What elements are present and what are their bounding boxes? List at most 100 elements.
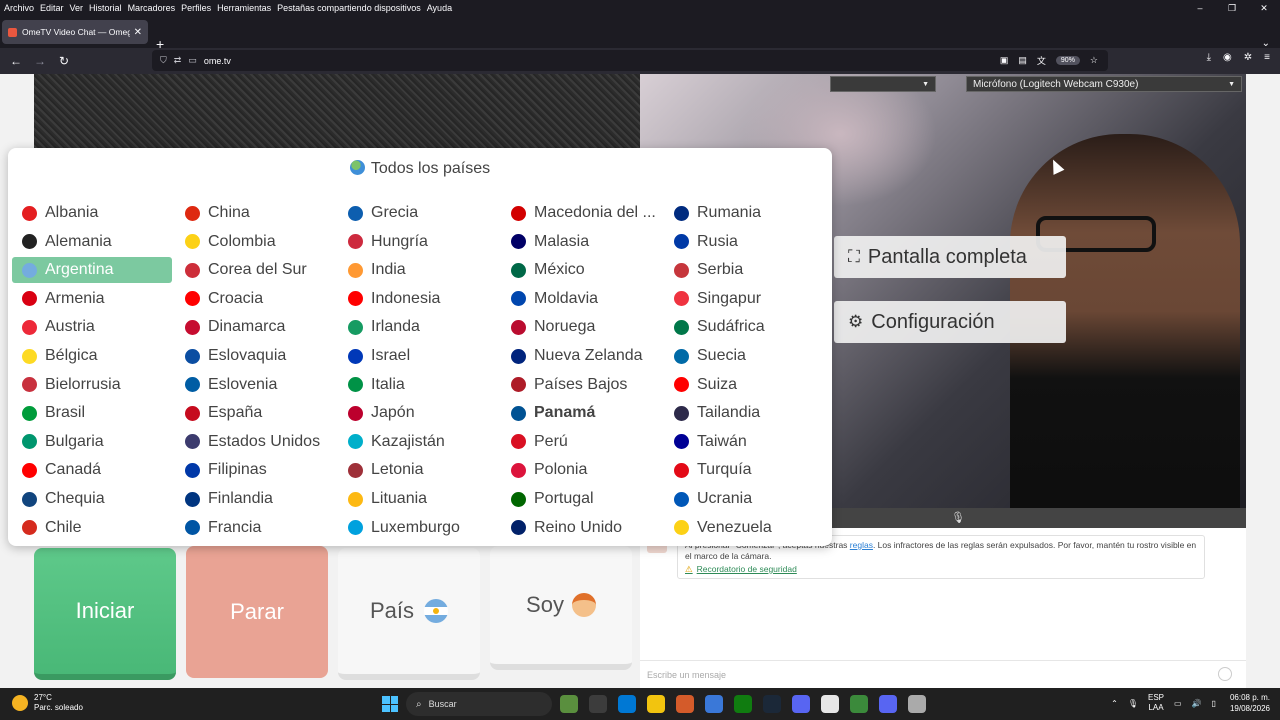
clock[interactable]: 06:08 p. m. 19/08/2026 — [1230, 692, 1270, 714]
gender-button[interactable]: Soy — [490, 546, 632, 670]
menu-item-0[interactable]: Archivo — [4, 3, 34, 13]
country-item[interactable]: Irlanda — [338, 314, 498, 340]
country-item[interactable]: Polonia — [501, 457, 661, 483]
country-item[interactable]: Rumania — [664, 200, 824, 226]
screenshot-icon[interactable]: ▣ — [1000, 55, 1009, 66]
country-item[interactable]: Eslovaquia — [175, 343, 335, 369]
menu-item-7[interactable]: Pestañas compartiendo dispositivos — [277, 3, 421, 13]
country-item[interactable]: Rusia — [664, 229, 824, 255]
menu-item-4[interactable]: Marcadores — [128, 3, 176, 13]
country-item[interactable]: Chequia — [12, 486, 172, 512]
country-item[interactable]: Colombia — [175, 229, 335, 255]
country-item[interactable]: Tailandia — [664, 400, 824, 426]
zoom-level[interactable]: 90% — [1055, 56, 1080, 65]
battery-icon[interactable]: ▯ — [1212, 699, 1216, 708]
country-item[interactable]: Suecia — [664, 343, 824, 369]
fullscreen-button[interactable]: ⛶ Pantalla completa — [834, 236, 1066, 278]
extensions-icon[interactable]: ✲ — [1244, 52, 1252, 63]
bookmark-star-icon[interactable]: ☆ — [1090, 55, 1098, 66]
country-item[interactable]: Japón — [338, 400, 498, 426]
taskbar-app-icon[interactable] — [850, 695, 868, 713]
country-item[interactable]: Sudáfrica — [664, 314, 824, 340]
weather-widget[interactable]: 27°C Parc. soleado — [12, 693, 83, 713]
reader-view-icon[interactable]: ▤ — [1018, 55, 1027, 66]
country-item[interactable]: Nueva Zelanda — [501, 343, 661, 369]
downloads-icon[interactable]: ⤓ — [1207, 52, 1211, 63]
url-text[interactable]: ome.tv — [204, 56, 231, 66]
country-item[interactable]: Dinamarca — [175, 314, 335, 340]
taskbar-app-icon[interactable] — [589, 695, 607, 713]
menu-item-1[interactable]: Editar — [40, 3, 64, 13]
taskbar-app-icon[interactable] — [618, 695, 636, 713]
country-item[interactable]: Italia — [338, 372, 498, 398]
country-item[interactable]: Países Bajos — [501, 372, 661, 398]
country-item[interactable]: Portugal — [501, 486, 661, 512]
country-item[interactable]: Malasia — [501, 229, 661, 255]
country-item[interactable]: Singapur — [664, 286, 824, 312]
taskbar-app-icon[interactable] — [647, 695, 665, 713]
country-item[interactable]: Corea del Sur — [175, 257, 335, 283]
country-item[interactable]: Venezuela — [664, 515, 824, 541]
country-item[interactable]: Finlandia — [175, 486, 335, 512]
country-item[interactable]: Croacia — [175, 286, 335, 312]
taskbar-app-icon[interactable] — [560, 695, 578, 713]
country-item[interactable]: Grecia — [338, 200, 498, 226]
rules-link[interactable]: reglas — [850, 540, 873, 550]
country-item[interactable]: Macedonia del ... — [501, 200, 661, 226]
country-item[interactable]: Bulgaria — [12, 429, 172, 455]
address-bar[interactable]: ⛉ ⇄ ▭ ome.tv ▣ ▤ 文 90% ☆ — [152, 50, 1108, 71]
country-item[interactable]: Luxemburgo — [338, 515, 498, 541]
country-item[interactable]: México — [501, 257, 661, 283]
country-item[interactable]: Suiza — [664, 372, 824, 398]
microphone-select[interactable]: Micrófono (Logitech Webcam C930e) ▼ — [966, 76, 1242, 92]
country-item[interactable]: Austria — [12, 314, 172, 340]
country-item[interactable]: Indonesia — [338, 286, 498, 312]
menu-item-8[interactable]: Ayuda — [427, 3, 452, 13]
account-icon[interactable]: ◉ — [1223, 52, 1232, 63]
country-item[interactable]: Letonia — [338, 457, 498, 483]
taskbar-search[interactable]: ⌕ Buscar — [406, 692, 552, 716]
country-item[interactable]: Kazajistán — [338, 429, 498, 455]
country-item[interactable]: Hungría — [338, 229, 498, 255]
forward-button[interactable]: → — [28, 54, 52, 68]
menu-item-5[interactable]: Perfiles — [181, 3, 211, 13]
country-item[interactable]: Noruega — [501, 314, 661, 340]
country-item[interactable]: Brasil — [12, 400, 172, 426]
country-item[interactable]: España — [175, 400, 335, 426]
country-button[interactable]: País — [338, 548, 480, 680]
network-icon[interactable]: ▭ — [1174, 699, 1182, 708]
menu-item-2[interactable]: Ver — [70, 3, 84, 13]
reload-button[interactable]: ↻ — [52, 54, 76, 68]
taskbar-app-icon[interactable] — [734, 695, 752, 713]
volume-icon[interactable]: 🔊 — [1192, 699, 1202, 708]
translate-icon[interactable]: 文 — [1037, 54, 1046, 67]
country-item[interactable]: Israel — [338, 343, 498, 369]
country-item[interactable]: Taiwán — [664, 429, 824, 455]
country-item[interactable]: Reino Unido — [501, 515, 661, 541]
taskbar-app-icon[interactable] — [763, 695, 781, 713]
country-item[interactable]: Serbia — [664, 257, 824, 283]
country-item[interactable]: Bélgica — [12, 343, 172, 369]
mic-tray-icon[interactable]: 🎙 — [1128, 699, 1138, 708]
menu-icon[interactable]: ≡ — [1264, 52, 1270, 63]
close-window-button[interactable]: ✕ — [1248, 0, 1280, 16]
chevron-up-icon[interactable]: ⌃ — [1111, 699, 1118, 708]
taskbar-app-icon[interactable] — [792, 695, 810, 713]
tab-ometv[interactable]: OmeTV Video Chat — Omegle ✕ — [2, 20, 148, 44]
minimize-button[interactable]: – — [1184, 0, 1216, 16]
country-item[interactable]: India — [338, 257, 498, 283]
back-button[interactable]: ← — [4, 54, 28, 68]
taskbar-app-icon[interactable] — [676, 695, 694, 713]
language-indicator[interactable]: ESP LAA — [1148, 693, 1164, 713]
country-item[interactable]: Estados Unidos — [175, 429, 335, 455]
country-item[interactable]: Bielorrusia — [12, 372, 172, 398]
close-tab-icon[interactable]: ✕ — [134, 27, 142, 38]
country-item[interactable]: Lituania — [338, 486, 498, 512]
start-button[interactable]: Iniciar — [34, 548, 176, 680]
stop-button[interactable]: Parar — [186, 546, 328, 678]
safety-reminder-link[interactable]: ⚠ Recordatorio de seguridad — [685, 564, 1197, 575]
emoji-icon[interactable] — [1218, 667, 1232, 681]
taskbar-app-icon[interactable] — [879, 695, 897, 713]
country-item[interactable]: Argentina — [12, 257, 172, 284]
message-input[interactable]: Escribe un mensaje — [640, 660, 1246, 688]
